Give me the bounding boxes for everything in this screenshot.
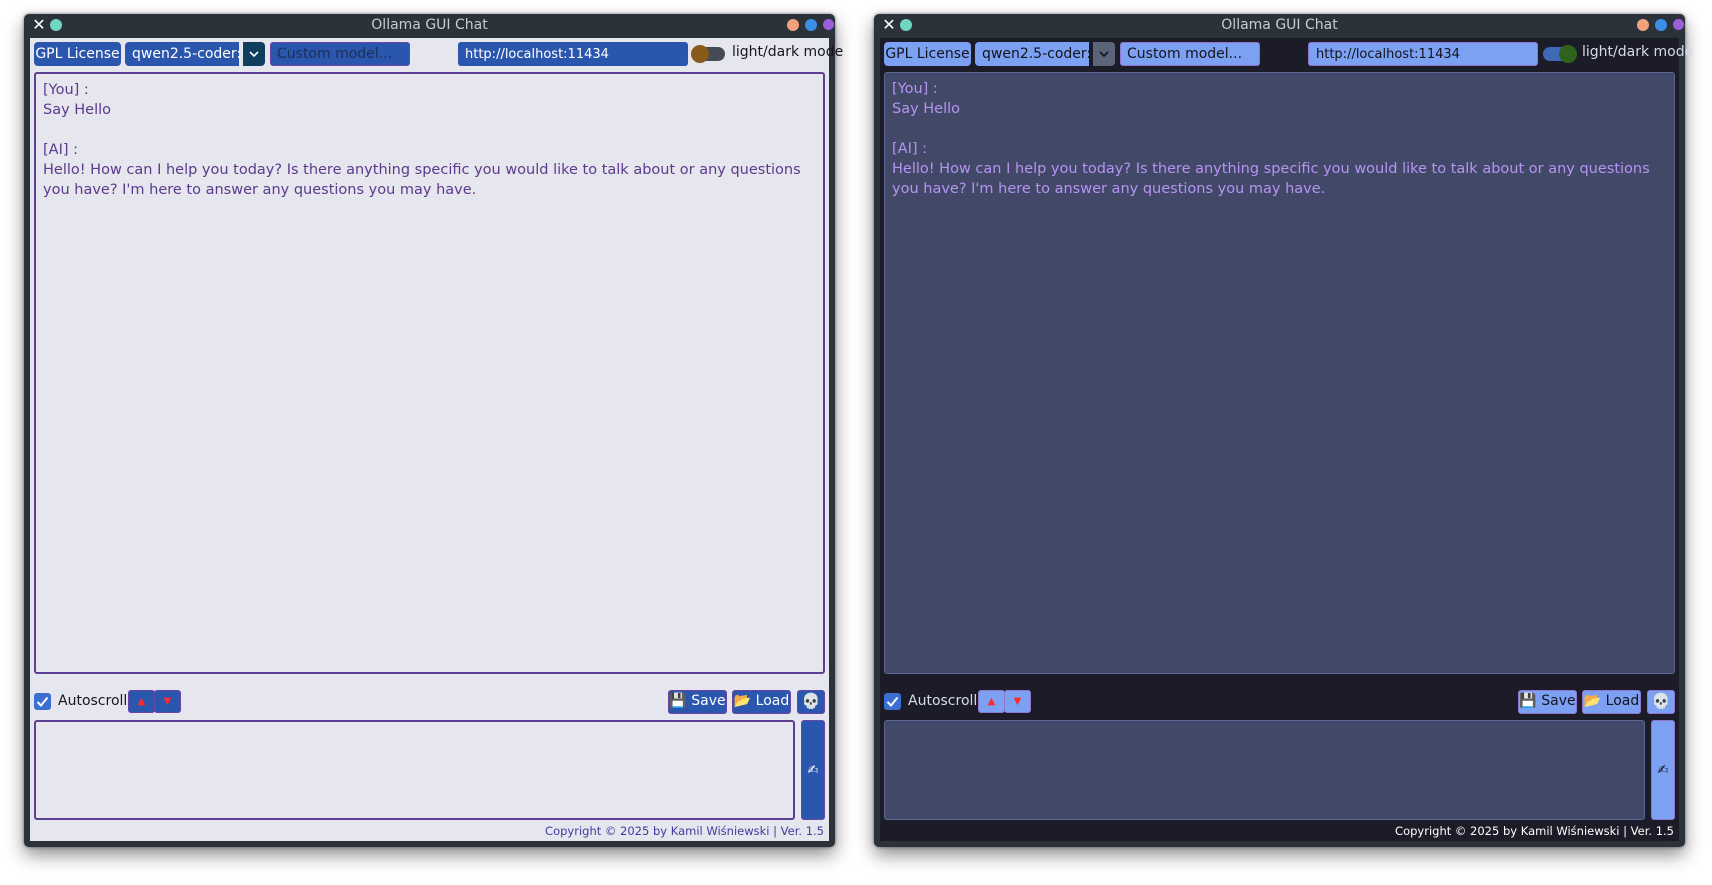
send-button[interactable]: ✍ xyxy=(1651,720,1675,820)
load-button[interactable]: 📂 Load xyxy=(1582,690,1641,714)
more-icon[interactable] xyxy=(1673,19,1684,30)
message-speaker: [You] : xyxy=(892,81,938,97)
save-button[interactable]: 💾 Save xyxy=(668,690,727,714)
scroll-up-button[interactable]: ▲ xyxy=(128,690,155,713)
chevron-down-icon[interactable] xyxy=(1093,42,1115,66)
host-url-input[interactable] xyxy=(1308,42,1538,66)
scroll-down-button[interactable]: ▼ xyxy=(154,690,181,713)
chat-message-user: [You] : Say Hello xyxy=(892,79,1667,119)
app-client-area: GPL License qwen2.5-coder:7b light/dark … xyxy=(880,38,1693,841)
maximize-icon[interactable] xyxy=(1655,19,1667,31)
toggle-knob xyxy=(691,45,709,63)
load-button[interactable]: 📂 Load xyxy=(732,690,791,714)
autoscroll-checkbox[interactable] xyxy=(884,693,901,710)
title-bar[interactable]: ✕ Ollama GUI Chat xyxy=(24,14,835,38)
message-text: Say Hello xyxy=(892,101,961,117)
autoscroll-checkbox[interactable] xyxy=(34,693,51,710)
dark-mode-window: ✕ Ollama GUI Chat GPL License qwen2.5-co… xyxy=(874,14,1693,847)
message-text: Hello! How can I help you today? Is ther… xyxy=(892,161,1650,197)
message-text: Hello! How can I help you today? Is ther… xyxy=(43,162,801,198)
skull-icon: 💀 xyxy=(801,692,821,710)
chat-history[interactable]: [You] : Say Hello [AI] : Hello! How can … xyxy=(34,72,825,674)
maximize-icon[interactable] xyxy=(805,19,817,31)
more-icon[interactable] xyxy=(823,19,834,30)
chevron-down-icon[interactable] xyxy=(243,42,265,66)
light-mode-window: ✕ Ollama GUI Chat GPL License qwen2.5-co… xyxy=(24,14,843,847)
arrow-up-icon: ▲ xyxy=(137,696,146,707)
gpl-license-button[interactable]: GPL License xyxy=(34,42,121,66)
theme-toggle[interactable] xyxy=(1543,45,1577,63)
chat-message-ai: [AI] : Hello! How can I help you today? … xyxy=(892,139,1667,199)
arrow-down-icon: ▼ xyxy=(163,696,172,707)
scroll-down-button[interactable]: ▼ xyxy=(1004,690,1031,713)
copyright-text: Copyright © 2025 by Kamil Wiśniewski | V… xyxy=(1395,824,1674,838)
theme-toggle[interactable] xyxy=(691,45,725,63)
scroll-up-button[interactable]: ▲ xyxy=(978,690,1005,713)
message-speaker: [AI] : xyxy=(892,141,928,157)
chat-message-ai: [AI] : Hello! How can I help you today? … xyxy=(43,140,816,200)
clear-chat-button[interactable]: 💀 xyxy=(1647,690,1675,714)
save-button[interactable]: 💾 Save xyxy=(1518,690,1577,714)
gpl-license-button[interactable]: GPL License xyxy=(884,42,971,66)
arrow-down-icon: ▼ xyxy=(1013,696,1022,707)
checkmark-icon xyxy=(886,696,899,707)
custom-model-input[interactable] xyxy=(270,42,410,66)
toggle-knob xyxy=(1559,45,1577,63)
message-text: Say Hello xyxy=(43,102,112,118)
model-select[interactable]: qwen2.5-coder:7b xyxy=(975,42,1115,66)
title-bar[interactable]: ✕ Ollama GUI Chat xyxy=(874,14,1685,38)
app-client-area: GPL License qwen2.5-coder:7b light/dark … xyxy=(30,38,843,841)
message-speaker: [AI] : xyxy=(43,142,79,158)
clear-chat-button[interactable]: 💀 xyxy=(797,690,825,714)
host-url-input[interactable] xyxy=(458,42,688,66)
message-input[interactable] xyxy=(34,720,795,820)
window-title: Ollama GUI Chat xyxy=(1221,17,1338,33)
send-icon: ✍ xyxy=(1657,763,1669,778)
theme-toggle-label: light/dark mode xyxy=(1582,44,1694,60)
autoscroll-label: Autoscroll xyxy=(58,693,128,709)
message-speaker: [You] : xyxy=(43,82,89,98)
minimize-icon[interactable] xyxy=(787,19,799,31)
custom-model-input[interactable] xyxy=(1120,42,1260,66)
window-title: Ollama GUI Chat xyxy=(371,17,488,33)
chat-history[interactable]: [You] : Say Hello [AI] : Hello! How can … xyxy=(884,72,1675,674)
chat-message-user: [You] : Say Hello xyxy=(43,80,816,120)
send-icon: ✍ xyxy=(807,763,819,778)
skull-icon: 💀 xyxy=(1651,692,1671,710)
message-input[interactable] xyxy=(884,720,1645,820)
model-select-value: qwen2.5-coder:7b xyxy=(975,42,1109,66)
autoscroll-label: Autoscroll xyxy=(908,693,978,709)
copyright-text: Copyright © 2025 by Kamil Wiśniewski | V… xyxy=(545,824,824,838)
arrow-up-icon: ▲ xyxy=(987,696,996,707)
minimize-icon[interactable] xyxy=(1637,19,1649,31)
model-select[interactable]: qwen2.5-coder:7b xyxy=(125,42,265,66)
theme-toggle-label: light/dark mode xyxy=(732,44,844,60)
send-button[interactable]: ✍ xyxy=(801,720,825,820)
model-select-value: qwen2.5-coder:7b xyxy=(125,42,259,66)
checkmark-icon xyxy=(36,696,49,707)
